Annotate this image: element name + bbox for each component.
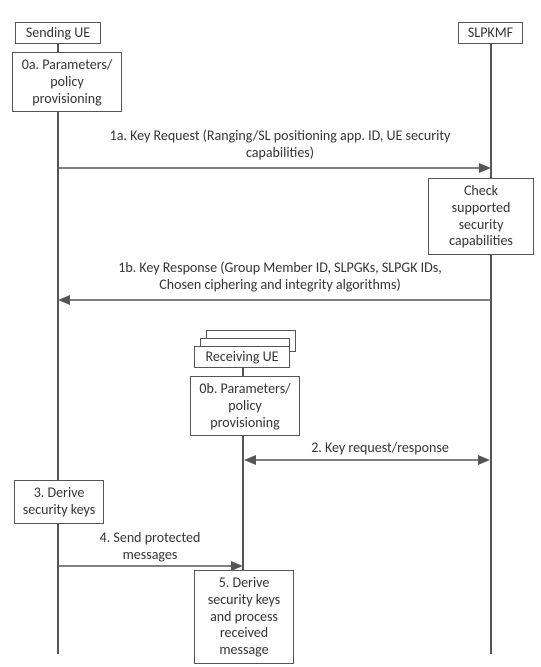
sequence-diagram: Sending UE SLPKMF Receiving UE 0a. Param… [0,0,541,667]
arrowhead-1a [479,163,491,173]
arrowhead-2-left [244,455,256,465]
arrowhead-2-right [478,455,490,465]
arrowhead-4 [231,561,243,571]
arrows-layer [0,0,541,667]
arrowhead-1b [58,295,70,305]
